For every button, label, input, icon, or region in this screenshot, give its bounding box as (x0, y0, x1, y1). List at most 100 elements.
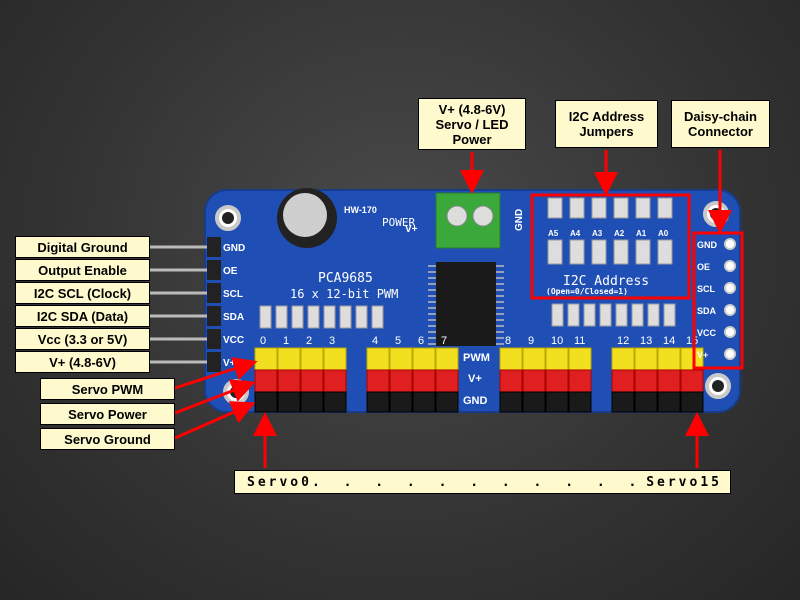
servo-ground-pin (254, 391, 278, 413)
pca9685-chip (436, 262, 496, 346)
row-label-gnd: GND (463, 395, 488, 407)
servo-pwm-pin (522, 347, 546, 371)
address-jumper-pad (591, 197, 607, 219)
resistor (567, 303, 580, 327)
power-terminal-line2: Servo / LED (435, 116, 509, 132)
label-i2c-scl: I2C SCL (Clock) (15, 282, 150, 304)
daisy-pin-label: GND (697, 240, 718, 250)
address-jumper-pad (635, 197, 651, 219)
servo-ground-pin (323, 391, 347, 413)
servo-power-pin (634, 369, 658, 393)
channel-number: 3 (329, 335, 335, 347)
header-housing (207, 306, 221, 326)
servo-pwm-pin (323, 347, 347, 371)
servo-power-pin (323, 369, 347, 393)
daisy-chain-label: Daisy-chain Connector (671, 100, 770, 148)
channel-number: 5 (395, 335, 401, 347)
servo-pwm-pin (545, 347, 569, 371)
daisy-pin-hole (724, 326, 736, 338)
channel-number: 8 (505, 335, 511, 347)
header-housing (207, 260, 221, 280)
address-bit-label: A3 (592, 229, 603, 238)
servo-power-pin (300, 369, 324, 393)
channel-number: 11 (574, 335, 585, 347)
servo-ground-pin (277, 391, 301, 413)
resistor (615, 303, 628, 327)
address-bit-label: A1 (636, 229, 647, 238)
row-label-vplus: V+ (468, 373, 482, 385)
pin-label-gnd: GND (223, 243, 245, 254)
daisy-pin-hole (724, 282, 736, 294)
label-output-enable: Output Enable (15, 259, 150, 281)
address-bit-label: A5 (548, 229, 559, 238)
resistor (569, 239, 585, 265)
servo-pwm-pin (568, 347, 592, 371)
resistor (323, 305, 336, 329)
servo-ground-pin (435, 391, 459, 413)
servo-ground-pin (680, 391, 704, 413)
power-terminal-line3: Power (452, 131, 492, 147)
terminal-gnd-label: GND (514, 209, 525, 231)
label-vplus: V+ (4.8-6V) (15, 351, 150, 373)
model-label: HW-170 (344, 205, 377, 215)
servo-ground-pin (568, 391, 592, 413)
header-housing (207, 329, 221, 349)
address-bit-label: A4 (570, 229, 581, 238)
resistor (551, 303, 564, 327)
servo-pwm-pin (499, 347, 523, 371)
servo-power-pin (366, 369, 390, 393)
resistor (635, 239, 651, 265)
resistor (599, 303, 612, 327)
servo-ground-pin (366, 391, 390, 413)
i2c-jumpers-label: I2C Address Jumpers (555, 100, 658, 148)
channel-number: 1 (283, 335, 289, 347)
servo-end-label: Servo15 (646, 474, 722, 490)
servo-power-pin (277, 369, 301, 393)
servo-pwm-pin (300, 347, 324, 371)
channel-number: 2 (306, 335, 312, 347)
servo-ground-pin (545, 391, 569, 413)
daisy-pin-hole (724, 348, 736, 360)
address-jumper-pad (569, 197, 585, 219)
servo-pwm-pin (277, 347, 301, 371)
resistor (613, 239, 629, 265)
servo-power-pin (435, 369, 459, 393)
channel-number: 10 (551, 335, 563, 347)
resistor (259, 305, 272, 329)
servo-ground-pin (499, 391, 523, 413)
pin-label-oe: OE (223, 266, 238, 277)
servo-power-pin (412, 369, 436, 393)
daisy-pin-label: VCC (697, 328, 717, 338)
daisy-chain-line1: Daisy-chain (684, 109, 757, 124)
label-servo-power: Servo Power (40, 403, 175, 425)
daisy-pin-label: SCL (697, 284, 716, 294)
address-bit-label: A0 (658, 229, 669, 238)
channel-number: 15 (686, 335, 698, 347)
servo-power-pin (499, 369, 523, 393)
servo-pwm-pin (611, 347, 635, 371)
resistor (647, 303, 660, 327)
address-jumper-pad (547, 197, 563, 219)
daisy-pin-label: OE (697, 262, 710, 272)
resistor (657, 239, 673, 265)
servo-start-label: Servo0 (247, 474, 312, 490)
servo-pwm-pin (366, 347, 390, 371)
servo-power-pin (522, 369, 546, 393)
servo-range-bar: Servo0 . . . . . . . . . . . . . . . . S… (234, 470, 731, 494)
header-housing (207, 283, 221, 303)
servo-pwm-pin (254, 347, 278, 371)
channel-number: 12 (617, 335, 629, 347)
channel-number: 4 (372, 335, 378, 347)
subtitle-label: 16 x 12-bit PWM (290, 287, 398, 301)
power-terminal-label: V+ (4.8-6V) Servo / LED Power (418, 98, 526, 150)
label-servo-pwm: Servo PWM (40, 378, 175, 400)
resistor (275, 305, 288, 329)
channel-number: 6 (418, 335, 424, 347)
daisy-chain-line2: Connector (687, 124, 753, 139)
resistor (547, 239, 563, 265)
servo-pwm-pin (634, 347, 658, 371)
daisy-pin-label: SDA (697, 306, 717, 316)
pin-label-scl: SCL (223, 289, 243, 300)
header-housing (207, 352, 221, 372)
address-bit-label: A2 (614, 229, 625, 238)
